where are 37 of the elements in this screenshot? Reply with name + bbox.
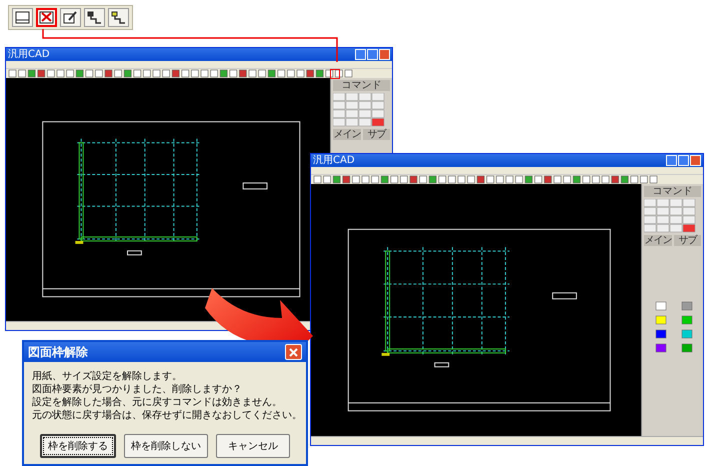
- panel-label: コマンド: [644, 186, 701, 197]
- toolbar-button[interactable]: [36, 8, 57, 27]
- close-icon: [289, 348, 298, 356]
- dialog-button[interactable]: 枠を削除しない: [124, 434, 208, 458]
- command-buttons-drawing: [644, 199, 696, 233]
- frame-icon: [15, 11, 30, 24]
- highlight-frame: [330, 69, 340, 79]
- close-button[interactable]: [379, 49, 390, 60]
- window-title: 汎用CAD: [8, 48, 50, 60]
- panel-label: メイン: [644, 235, 672, 246]
- dialog-message: 設定を解除した場合、元に戻すコマンドは効きません。: [32, 396, 283, 409]
- panel-label: サブ: [674, 235, 701, 246]
- edit-icon: [63, 11, 78, 24]
- dialog-message: 元の状態に戻す場合は、保存せずに開きなおしてください。: [32, 409, 298, 422]
- toolbar-button[interactable]: [108, 8, 129, 27]
- minimize-button[interactable]: [666, 155, 677, 166]
- dialog-button[interactable]: キャンセル: [216, 434, 290, 458]
- panel-label: メイン: [333, 129, 360, 140]
- dialog-button[interactable]: 枠を削除する: [40, 434, 116, 458]
- step-icon: [87, 11, 102, 24]
- dialog-title: 図面枠解除: [28, 344, 88, 360]
- dialog-message: 図面枠要素が見つかりました、削除しますか？: [32, 383, 243, 396]
- maximize-button[interactable]: [678, 155, 689, 166]
- panel-label: コマンド: [333, 80, 390, 91]
- toolbar-button[interactable]: [60, 8, 81, 27]
- maximize-button[interactable]: [367, 49, 378, 60]
- command-buttons-drawing: [333, 93, 385, 127]
- close-button[interactable]: [285, 344, 302, 360]
- frame-delete-icon: [39, 11, 54, 24]
- toolbar-button[interactable]: [84, 8, 105, 27]
- toolbar-button[interactable]: [12, 8, 33, 27]
- dialog-message: 用紙、サイズ設定を解除します。: [32, 370, 183, 383]
- panel-label: サブ: [362, 129, 390, 140]
- minimize-button[interactable]: [355, 49, 366, 60]
- step-icon: [111, 11, 126, 24]
- window-title: 汎用CAD: [313, 154, 355, 166]
- close-button[interactable]: [690, 155, 701, 166]
